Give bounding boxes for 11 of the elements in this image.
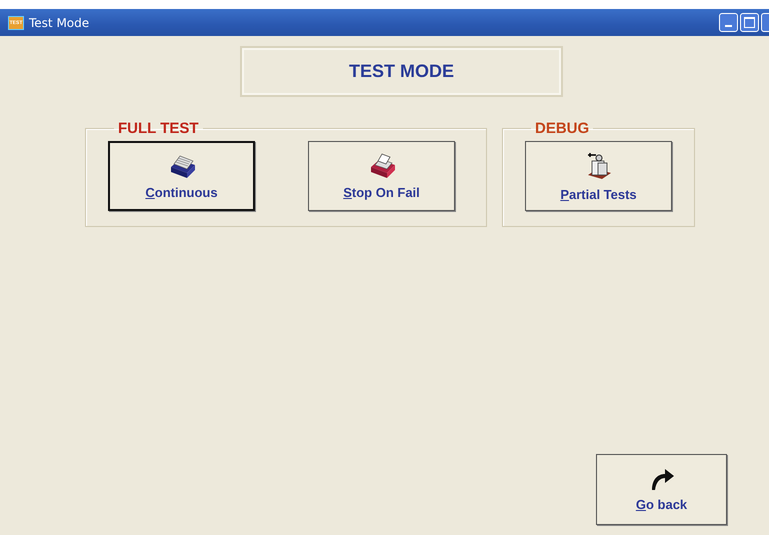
test-button[interactable]: Continuous <box>108 141 255 211</box>
page-heading: TEST MODE <box>240 46 563 97</box>
test-button[interactable]: Stop On Fail <box>308 141 455 211</box>
window-title: Test Mode <box>29 16 90 30</box>
maximize-button[interactable] <box>740 13 759 32</box>
minimize-button[interactable] <box>719 13 738 32</box>
group-title: DEBUG <box>534 120 590 137</box>
back-button[interactable]: Go back <box>596 454 727 525</box>
close-button[interactable] <box>761 13 769 32</box>
test-button[interactable]: Partial Tests <box>525 141 672 211</box>
group-title: FULL TEST <box>117 120 200 137</box>
